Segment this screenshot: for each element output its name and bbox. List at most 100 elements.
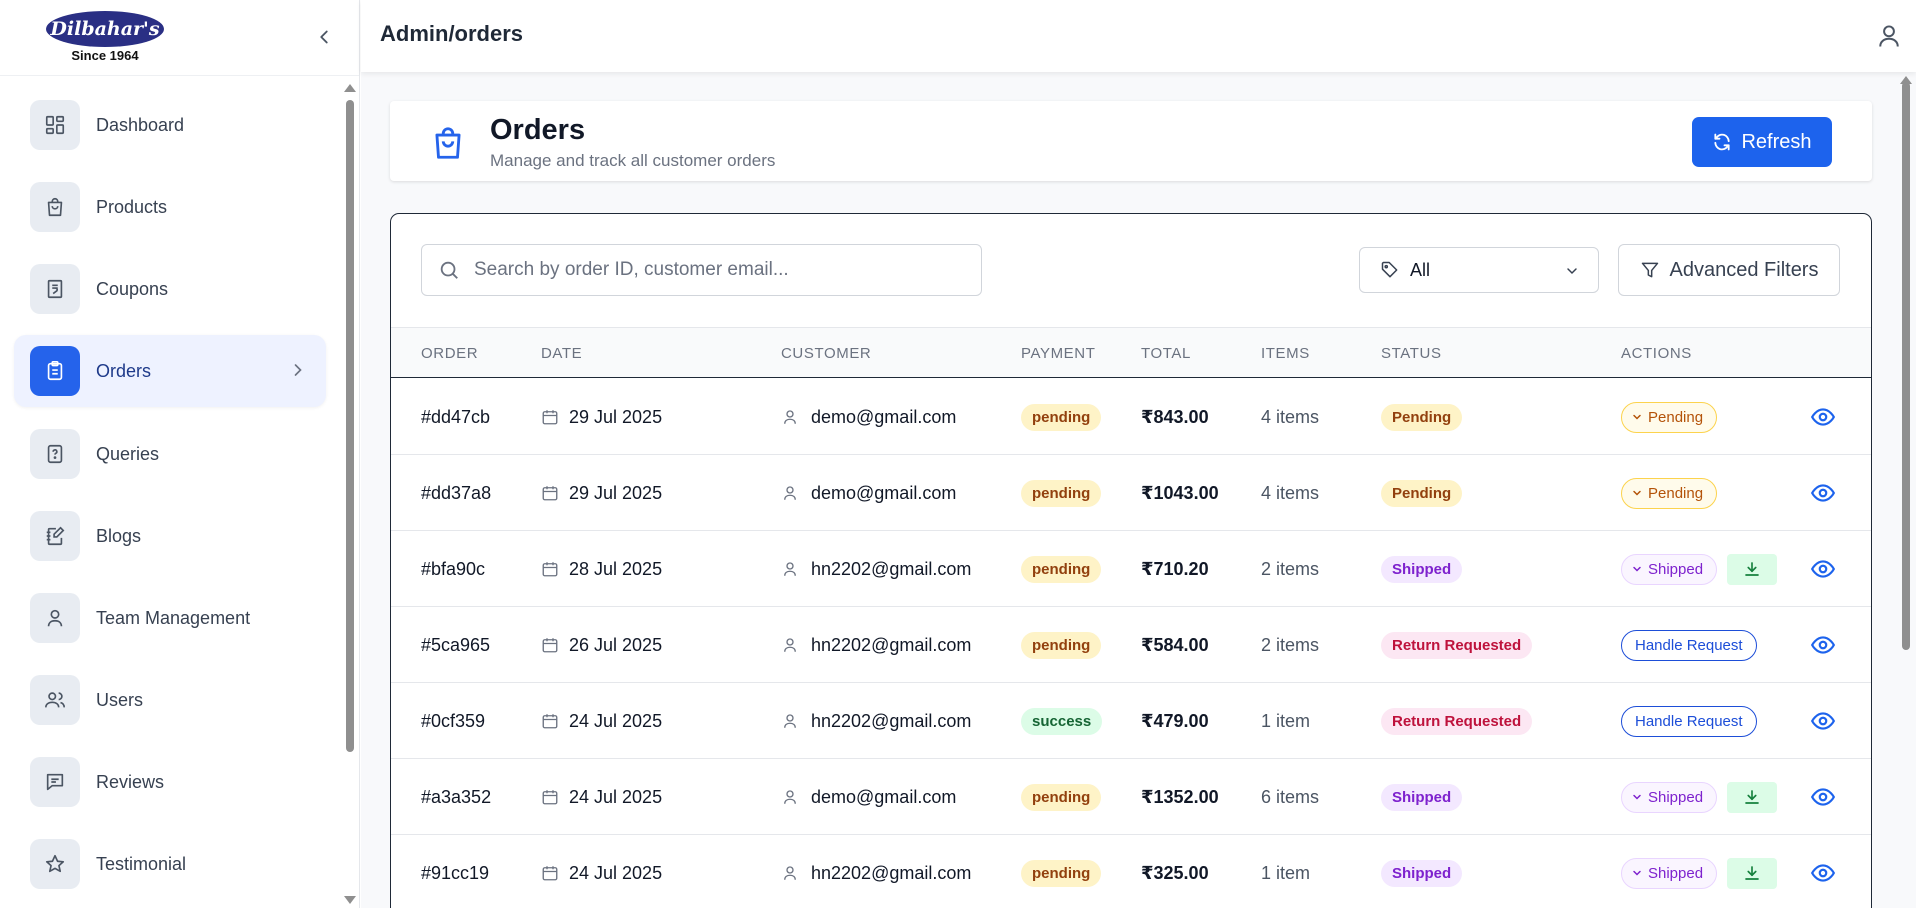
sidebar-item-users[interactable]: Users [14, 664, 326, 736]
customer: demo@gmail.com [781, 379, 956, 455]
order-date-text: 24 Jul 2025 [569, 710, 663, 731]
view-order-cell [1810, 379, 1836, 455]
status-update-dropdown[interactable]: Shipped [1621, 553, 1718, 585]
order-date-text: 26 Jul 2025 [569, 634, 663, 655]
notebook-pen-icon [30, 511, 80, 561]
column-header-actions: ACTIONS [1621, 345, 1692, 362]
view-order-button[interactable] [1810, 708, 1836, 734]
sidebar-item-testimonial[interactable]: Testimonial [14, 828, 326, 900]
payment-badge: pending [1021, 555, 1102, 583]
status-cell: Pending [1381, 379, 1463, 455]
download-invoice-button[interactable] [1727, 857, 1778, 889]
payment-cell: success [1021, 683, 1103, 759]
actions-cell: Shipped [1621, 835, 1778, 908]
eye-icon [1810, 408, 1836, 426]
sidebar-item-orders[interactable]: Orders [14, 335, 326, 407]
sidebar: Dilbahar's Since 1964 Dashboard Products… [0, 0, 360, 908]
sidebar-item-products[interactable]: Products [14, 171, 326, 243]
view-order-button[interactable] [1810, 860, 1836, 886]
sidebar-item-label: Orders [96, 360, 152, 381]
shopping-bag-icon [435, 127, 461, 159]
collapse-sidebar-button[interactable] [313, 24, 335, 50]
sidebar-item-queries[interactable]: Queries [14, 418, 326, 490]
sidebar-item-label: Queries [96, 443, 160, 464]
column-header-items: ITEMS [1261, 345, 1310, 362]
handle-request-button[interactable]: Handle Request [1621, 629, 1757, 661]
eye-icon [1810, 484, 1836, 502]
user-icon [30, 593, 80, 643]
download-icon [1745, 562, 1759, 576]
order-id: #dd37a8 [421, 482, 492, 503]
status-update-dropdown[interactable]: Shipped [1621, 781, 1718, 813]
view-order-button[interactable] [1810, 480, 1836, 506]
download-icon [1745, 790, 1759, 804]
users-icon [30, 675, 80, 725]
brand-logo[interactable]: Dilbahar's [46, 11, 164, 47]
payment-badge: success [1021, 707, 1103, 735]
status-filter-select[interactable]: All [1359, 247, 1599, 293]
view-order-button[interactable] [1810, 404, 1836, 430]
advanced-filters-label: Advanced Filters [1669, 258, 1819, 281]
download-invoice-button[interactable] [1727, 781, 1778, 813]
payment-cell: pending [1021, 759, 1102, 835]
sidebar-item-label: Coupons [96, 278, 169, 299]
status-update-dropdown[interactable]: Pending [1621, 477, 1718, 509]
status-badge: Pending [1381, 403, 1463, 431]
sidebar-item-label: Team Management [96, 607, 251, 628]
customer: demo@gmail.com [781, 759, 956, 835]
eye-icon [1810, 560, 1836, 578]
item-count: 2 items [1261, 634, 1320, 655]
customer-email: demo@gmail.com [811, 482, 957, 503]
view-order-cell [1810, 607, 1836, 683]
status-filter-value: All [1410, 259, 1431, 280]
table-row: #5ca965 26 Jul 2025 hn2202@gmail.com pendin… [391, 607, 1871, 683]
user-icon [784, 410, 796, 424]
status-update-dropdown[interactable]: Pending [1621, 401, 1718, 433]
status-cell: Return Requested [1381, 683, 1533, 759]
user-icon [784, 486, 796, 500]
sidebar-item-coupons[interactable]: Coupons [14, 253, 326, 325]
table-row: #bfa90c 28 Jul 2025 hn2202@gmail.com pendin… [391, 531, 1871, 607]
order-id: #0cf359 [421, 710, 486, 731]
customer: hn2202@gmail.com [781, 683, 971, 759]
view-order-button[interactable] [1810, 556, 1836, 582]
search-input[interactable] [474, 259, 954, 281]
order-date-text: 24 Jul 2025 [569, 862, 663, 883]
scroll-down-arrow[interactable] [344, 896, 356, 904]
status-cell: Shipped [1381, 835, 1463, 908]
order-id: #a3a352 [421, 786, 492, 807]
sidebar-item-reviews[interactable]: Reviews [14, 746, 326, 818]
handle-request-button[interactable]: Handle Request [1621, 705, 1757, 737]
scroll-up-arrow[interactable] [344, 84, 356, 92]
search-icon [440, 261, 458, 279]
advanced-filters-button[interactable]: Advanced Filters [1618, 244, 1840, 296]
calendar-icon [542, 790, 558, 805]
customer-email: hn2202@gmail.com [811, 558, 972, 579]
status-update-label: Shipped [1648, 864, 1704, 882]
item-count: 4 items [1261, 482, 1320, 503]
sidebar-item-label: Testimonial [96, 853, 187, 874]
sidebar-item-blogs[interactable]: Blogs [14, 500, 326, 572]
sidebar-item-team-management[interactable]: Team Management [14, 582, 326, 654]
sidebar-item-dashboard[interactable]: Dashboard [14, 89, 326, 161]
view-order-button[interactable] [1810, 632, 1836, 658]
user-icon [784, 562, 796, 576]
orders-title: Orders [490, 114, 586, 146]
user-icon [1879, 25, 1899, 47]
sidebar-scrollbar[interactable] [340, 80, 360, 908]
download-invoice-button[interactable] [1727, 553, 1778, 585]
customer: hn2202@gmail.com [781, 531, 971, 607]
column-header-date: DATE [541, 345, 583, 362]
scroll-thumb[interactable] [1902, 82, 1910, 650]
payment-cell: pending [1021, 455, 1102, 531]
status-update-dropdown[interactable]: Shipped [1621, 857, 1718, 889]
refresh-button[interactable]: Refresh [1692, 117, 1832, 167]
user-menu-button[interactable] [1875, 21, 1903, 51]
payment-badge: pending [1021, 479, 1102, 507]
status-badge: Shipped [1381, 859, 1463, 887]
order-total: ₹1043.00 [1141, 482, 1219, 503]
user-icon [784, 714, 796, 728]
scroll-thumb[interactable] [346, 100, 354, 752]
main-scrollbar[interactable] [1896, 72, 1916, 908]
view-order-button[interactable] [1810, 784, 1836, 810]
